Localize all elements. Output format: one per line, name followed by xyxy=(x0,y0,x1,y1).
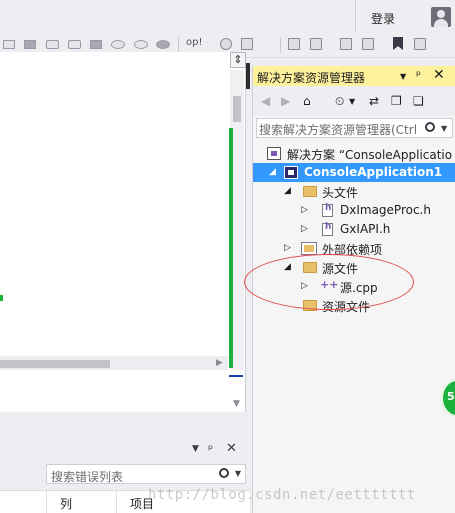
expanded-arrow-icon[interactable]: ◢ xyxy=(284,186,291,196)
expanded-arrow-icon[interactable]: ◢ xyxy=(269,167,276,177)
comment-icon[interactable] xyxy=(340,38,352,50)
title-divider xyxy=(355,0,356,32)
option-dropdown[interactable]: op! xyxy=(186,37,202,48)
forward-icon[interactable]: ▶ xyxy=(281,94,290,108)
sync-icon[interactable]: ⇄ xyxy=(369,94,379,108)
user-icon-head xyxy=(437,10,445,18)
annotation-ellipse xyxy=(244,254,414,310)
tree-item-dximageproc[interactable]: ▷ DxImageProc.h xyxy=(253,201,455,220)
badge-label: 59 xyxy=(447,390,455,403)
rectangle-tool-icon[interactable] xyxy=(3,40,15,49)
toolbar-separator xyxy=(280,37,281,53)
toolbar-separator xyxy=(178,37,179,53)
bookmark-icon[interactable] xyxy=(393,37,403,50)
filled-rounded-rectangle-tool-icon[interactable] xyxy=(90,40,102,49)
header-file-icon xyxy=(322,222,333,236)
login-link[interactable]: 登录 xyxy=(371,10,395,27)
chevron-down-icon[interactable]: ▼ xyxy=(235,469,241,478)
tree-item-label: GxIAPI.h xyxy=(340,222,391,236)
gear-tool-icon[interactable] xyxy=(220,38,232,50)
rounded-rectangle-tool-icon[interactable] xyxy=(68,40,81,49)
tree-item-header-files[interactable]: ◢ 头文件 xyxy=(253,182,455,201)
chevron-down-icon[interactable]: ▼ xyxy=(349,97,355,106)
title-bar: 登录 xyxy=(0,0,455,32)
header-file-icon xyxy=(322,203,333,217)
ellipse-tool-icon[interactable] xyxy=(134,40,148,49)
horizontal-scrollbar-thumb[interactable] xyxy=(0,360,110,368)
align-tool-icon[interactable] xyxy=(241,38,253,50)
solution-explorer-search-placeholder: 搜索解决方案资源管理器(Ctrl xyxy=(259,123,418,137)
error-list-search-placeholder: 搜索错误列表 xyxy=(51,470,124,484)
solution-explorer-search-input[interactable]: 搜索解决方案资源管理器(Ctrl ▼ xyxy=(256,118,453,138)
solution-explorer-toolbar: ◀ ▶ ⌂ ⏲ ▼ ⇄ ❐ ❏ xyxy=(253,86,455,116)
pin-icon[interactable]: ᵖ xyxy=(208,442,213,456)
code-marker xyxy=(0,295,3,301)
external-deps-icon xyxy=(301,242,317,255)
error-list-search-input[interactable]: 搜索错误列表 ▼ xyxy=(46,464,246,484)
close-icon[interactable]: ✕ xyxy=(433,67,445,83)
folder-icon xyxy=(303,186,317,197)
scroll-down-icon[interactable]: ▼ xyxy=(233,399,240,409)
filled-rectangle-tool-icon[interactable] xyxy=(24,40,36,49)
pin-icon[interactable]: ᵖ xyxy=(416,68,421,82)
column-separator xyxy=(116,491,117,513)
collapsed-arrow-icon[interactable]: ▷ xyxy=(301,205,308,215)
close-icon[interactable]: ✕ xyxy=(226,441,237,456)
tree-item-label: 解决方案 “ConsoleApplicatio xyxy=(287,148,453,162)
home-icon[interactable]: ⌂ xyxy=(303,94,311,108)
search-icon[interactable] xyxy=(219,468,229,478)
scroll-right-icon[interactable]: ▶ xyxy=(216,358,223,368)
solution-explorer-title: 解决方案资源管理器 xyxy=(257,71,366,85)
filled-ellipse-tool-icon[interactable] xyxy=(156,40,170,49)
tree-item-label: 头文件 xyxy=(322,186,359,200)
column-separator xyxy=(46,491,47,513)
history-icon[interactable]: ⏲ xyxy=(335,94,344,109)
collapsed-arrow-icon[interactable]: ▷ xyxy=(301,224,308,234)
tree-item-gxiapi[interactable]: ▷ GxIAPI.h xyxy=(253,220,455,239)
solution-icon xyxy=(267,147,281,160)
back-icon[interactable]: ◀ xyxy=(261,94,270,108)
ellipse-tool-icon[interactable] xyxy=(111,40,125,49)
user-icon-body xyxy=(434,19,448,27)
align-left-icon[interactable] xyxy=(288,38,300,50)
rounded-rectangle-tool-icon[interactable] xyxy=(46,40,59,49)
scrollbar-thumb[interactable] xyxy=(233,96,241,122)
column-header-column[interactable]: 列 xyxy=(60,495,72,512)
user-icon[interactable] xyxy=(431,7,451,27)
solution-tree: 解决方案 “ConsoleApplicatio ◢ ConsoleApplica… xyxy=(253,142,455,513)
next-bookmark-icon[interactable] xyxy=(414,38,426,50)
uncomment-icon[interactable] xyxy=(362,38,374,50)
split-editor-icon[interactable]: ⇕ xyxy=(230,52,246,68)
tree-item-label: DxImageProc.h xyxy=(340,203,431,217)
search-icon[interactable] xyxy=(425,122,435,132)
collapsed-arrow-icon[interactable]: ▷ xyxy=(284,243,291,253)
window-position-dropdown-icon[interactable]: ▼ xyxy=(400,72,406,81)
tree-item-label: ConsoleApplication1 xyxy=(304,165,443,179)
align-right-icon[interactable] xyxy=(310,38,322,50)
chevron-down-icon[interactable]: ▼ xyxy=(441,124,447,133)
tree-item-project[interactable]: ◢ ConsoleApplication1 xyxy=(253,163,455,182)
project-icon xyxy=(284,166,298,179)
window-position-dropdown-icon[interactable]: ▼ xyxy=(192,444,199,454)
watermark: http://blog.csdn.net/eettttttt xyxy=(148,487,416,503)
caret-position-marker xyxy=(229,375,243,377)
solution-explorer-title-bar: 解决方案资源管理器 ▼ ᵖ ✕ xyxy=(253,66,455,86)
collapse-all-icon[interactable]: ❐ xyxy=(391,94,402,108)
change-tracking-bar xyxy=(229,128,233,368)
tree-item-solution[interactable]: 解决方案 “ConsoleApplicatio xyxy=(253,144,455,163)
show-all-files-icon[interactable]: ❏ xyxy=(413,94,424,108)
